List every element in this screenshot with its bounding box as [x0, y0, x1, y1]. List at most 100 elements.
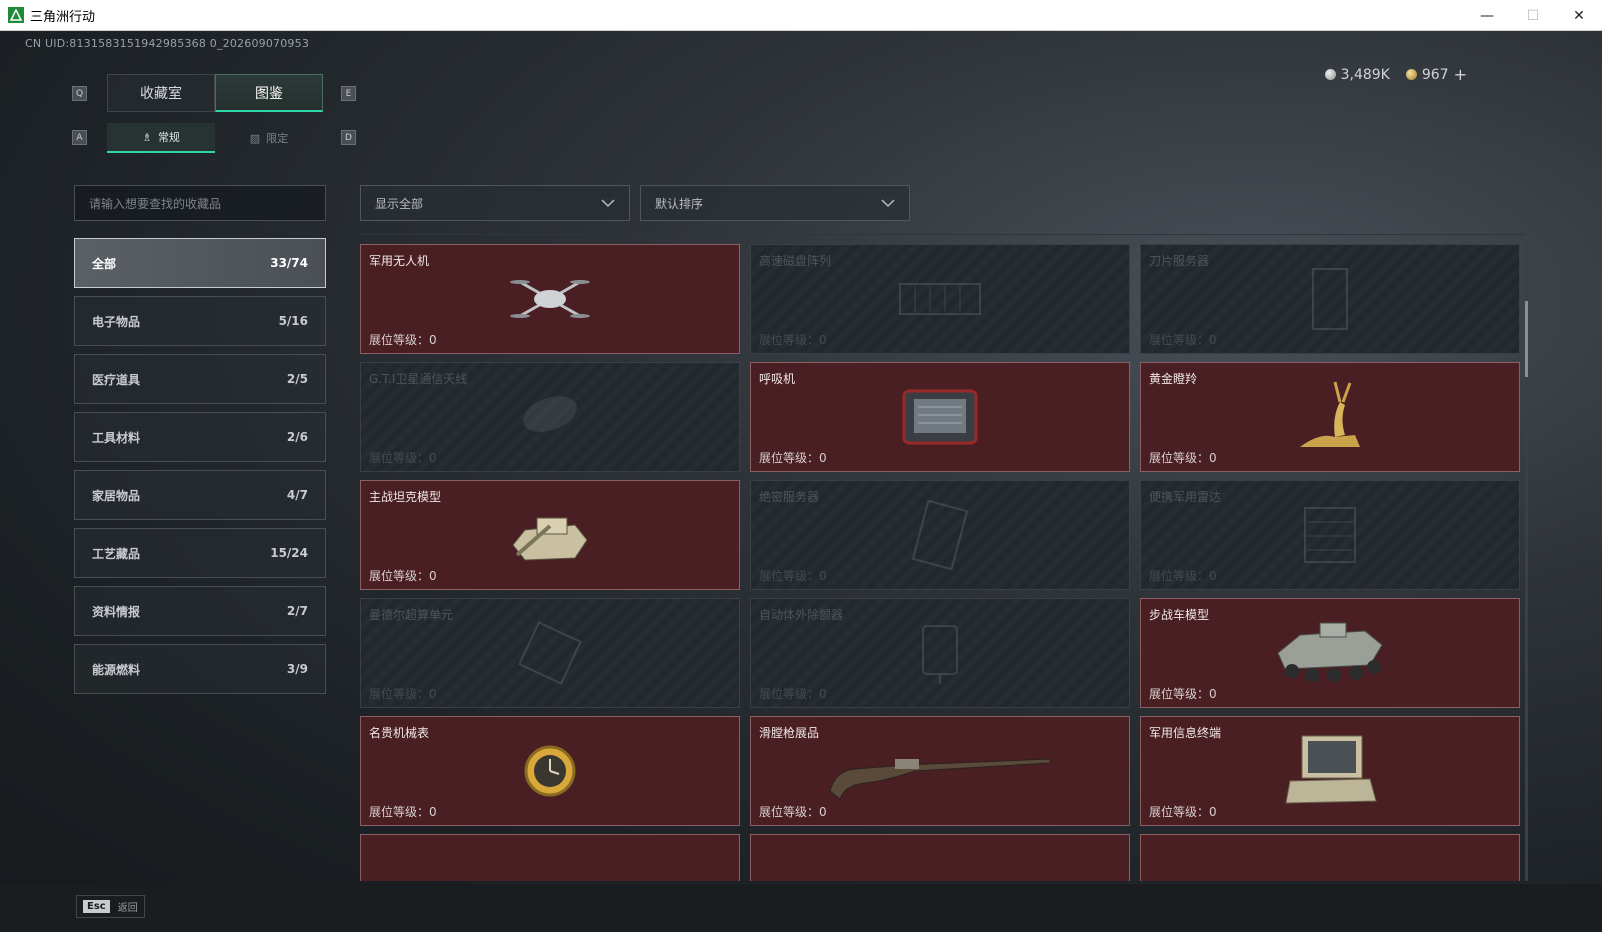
back-button[interactable]: Esc 返回	[76, 895, 145, 918]
item-card[interactable]: 绝密服务器 展位等级：0	[750, 480, 1130, 590]
item-name: 主战坦克模型	[369, 490, 442, 504]
item-name: 黄金瞪羚	[1149, 372, 1198, 386]
tab-collection-room[interactable]: 收藏室	[107, 74, 215, 112]
item-grid: 军用无人机 展位等级：0 高速磁盘阵列 展位等级：0 刀片服务器 展位等级：0 …	[360, 244, 1520, 881]
category-count: 2/5	[286, 372, 308, 386]
sort-dropdown[interactable]: 默认排序	[640, 185, 910, 221]
maximize-button[interactable]: ☐	[1510, 0, 1556, 31]
chevron-down-icon	[881, 199, 895, 208]
item-name: 自动体外除颤器	[759, 608, 844, 622]
drone-icon	[510, 280, 590, 318]
item-card[interactable]: 主战坦克模型 展位等级：0	[360, 480, 740, 590]
item-name: 绝密服务器	[759, 490, 820, 504]
item-card[interactable]: G.T.I卫星通信天线 展位等级：0	[360, 362, 740, 472]
item-name: 滑膛枪展品	[759, 726, 820, 740]
search-input[interactable]: 请输入想要查找的收藏品	[74, 185, 326, 221]
subtab-limited[interactable]: ▨ 限定	[215, 123, 323, 153]
category-label: 家居物品	[92, 488, 141, 503]
item-card[interactable]: 高速磁盘阵列 展位等级：0	[750, 244, 1130, 354]
item-card[interactable]	[360, 834, 740, 881]
item-card[interactable]: 军用无人机 展位等级：0	[360, 244, 740, 354]
app-logo-icon	[8, 7, 24, 23]
subtab-regular[interactable]: ♗ 常规	[107, 123, 215, 153]
item-card[interactable]: 曼德尔超算单元 展位等级：0	[360, 598, 740, 708]
item-card[interactable]: 便携军用雷达 展位等级：0	[1140, 480, 1520, 590]
category-count: 5/16	[278, 314, 308, 328]
category-tools[interactable]: 工具材料 2/6	[74, 412, 326, 462]
category-label: 电子物品	[92, 314, 141, 329]
ifv-icon	[1277, 622, 1383, 682]
supercomputer-icon	[518, 621, 582, 685]
musket-icon	[829, 758, 1051, 800]
key-hint-a: A	[72, 130, 87, 145]
item-name: 步战车模型	[1149, 608, 1210, 622]
silver-amount: 3,489K	[1340, 66, 1390, 83]
category-medical[interactable]: 医疗道具 2/5	[74, 354, 326, 404]
item-card[interactable]: 自动体外除颤器 展位等级：0	[750, 598, 1130, 708]
item-card[interactable]: 刀片服务器 展位等级：0	[1140, 244, 1520, 354]
category-intel[interactable]: 资料情报 2/7	[74, 586, 326, 636]
back-label: 返回	[117, 903, 138, 914]
category-label: 工具材料	[92, 430, 141, 445]
window-title: 三角洲行动	[30, 9, 96, 25]
item-level: 展位等级：0	[369, 569, 437, 583]
item-level: 展位等级：0	[369, 805, 437, 819]
category-electronics[interactable]: 电子物品 5/16	[74, 296, 326, 346]
scrollbar-thumb[interactable]	[1525, 301, 1528, 377]
key-hint-d: D	[341, 130, 356, 145]
category-crafts[interactable]: 工艺藏品 15/24	[74, 528, 326, 578]
subtab-limited-label: 限定	[266, 132, 289, 145]
item-name: G.T.I卫星通信天线	[369, 372, 468, 386]
category-list: 全部 33/74 电子物品 5/16 医疗道具 2/5 工具材料 2/6 家居物品 4/7…	[74, 238, 326, 702]
image-icon: ▨	[249, 131, 261, 145]
sub-tabs: ♗ 常规 ▨ 限定	[107, 123, 323, 153]
item-card[interactable]	[1140, 834, 1520, 881]
category-count: 3/9	[286, 662, 308, 676]
item-level: 展位等级：0	[1149, 687, 1217, 701]
item-name: 军用无人机	[369, 254, 430, 268]
item-card[interactable]: 军用信息终端 展位等级：0	[1140, 716, 1520, 826]
divider	[360, 234, 1525, 235]
item-name: 呼吸机	[759, 372, 796, 386]
golden-gazelle-icon	[1300, 381, 1360, 447]
radar-icon	[1304, 507, 1356, 563]
terminal-icon	[1285, 735, 1377, 804]
silver-currency: 3,489K	[1324, 66, 1390, 83]
item-card[interactable]: 黄金瞪羚 展位等级：0	[1140, 362, 1520, 472]
category-label: 资料情报	[92, 604, 141, 619]
item-name: 军用信息终端	[1149, 726, 1222, 740]
item-card[interactable]: 呼吸机 展位等级：0	[750, 362, 1130, 472]
item-level: 展位等级：0	[759, 805, 827, 819]
item-card[interactable]: 滑膛枪展品 展位等级：0	[750, 716, 1130, 826]
category-label: 能源燃料	[92, 662, 141, 677]
filter-dropdown-value: 显示全部	[375, 196, 424, 211]
tab-codex[interactable]: 图鉴	[215, 74, 323, 112]
category-energy[interactable]: 能源燃料 3/9	[74, 644, 326, 694]
item-card[interactable]: 步战车模型 展位等级：0	[1140, 598, 1520, 708]
item-card[interactable]	[750, 834, 1130, 881]
key-hint-e: E	[341, 86, 356, 101]
category-household[interactable]: 家居物品 4/7	[74, 470, 326, 520]
game-area: CN UID:8131583151942985368 0_20260907095…	[0, 31, 1602, 932]
ventilator-icon	[902, 389, 978, 445]
silver-coin-icon	[1324, 69, 1336, 80]
subtab-regular-label: 常规	[157, 131, 180, 144]
category-count: 33/74	[270, 256, 308, 270]
item-name: 刀片服务器	[1149, 254, 1210, 268]
filter-dropdown[interactable]: 显示全部	[360, 185, 630, 221]
item-card[interactable]: 名贵机械表 展位等级：0	[360, 716, 740, 826]
gold-coin-icon	[1405, 69, 1417, 80]
minimize-button[interactable]: —	[1464, 0, 1510, 31]
key-hint-q: Q	[72, 86, 87, 101]
item-level: 展位等级：0	[759, 687, 827, 701]
blade-server-icon	[1312, 268, 1348, 330]
regular-icon: ♗	[142, 130, 152, 144]
secret-server-icon	[911, 500, 969, 570]
item-level: 展位等级：0	[1149, 451, 1217, 465]
category-all[interactable]: 全部 33/74	[74, 238, 326, 288]
close-button[interactable]: ✕	[1556, 0, 1602, 31]
main-tabs: 收藏室 图鉴	[107, 74, 323, 112]
disk-array-icon	[899, 283, 981, 315]
item-name: 便携军用雷达	[1149, 490, 1222, 504]
add-currency-button[interactable]: +	[1454, 65, 1467, 84]
